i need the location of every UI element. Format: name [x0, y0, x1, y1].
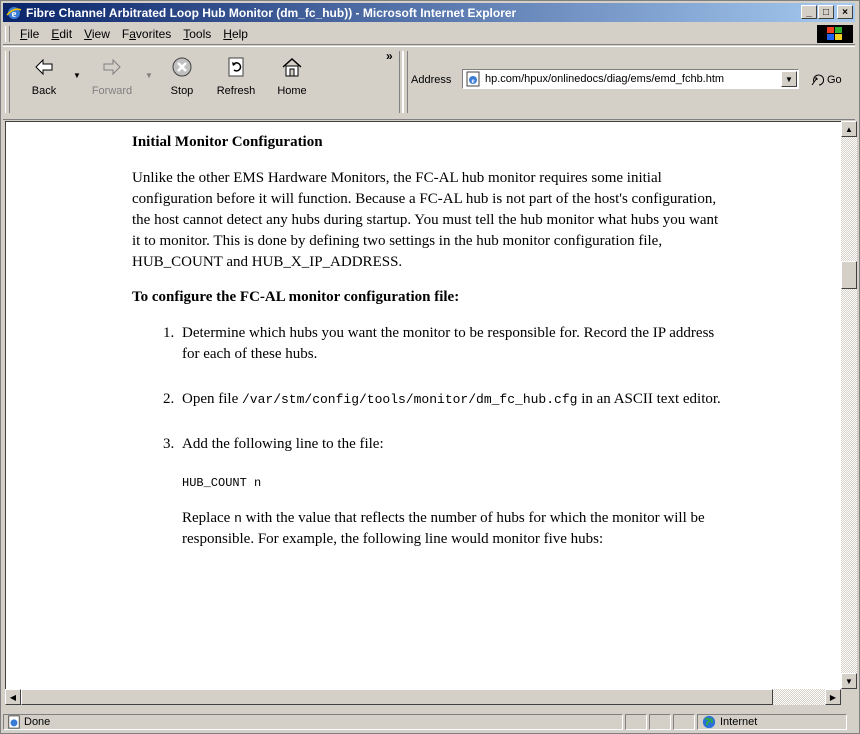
menu-favorites-label: vorites: [135, 27, 172, 41]
title-bar[interactable]: e Fibre Channel Arbitrated Loop Hub Moni…: [3, 3, 855, 22]
procedure-heading: To configure the FC-AL monitor configura…: [132, 289, 460, 305]
status-pane-4: [673, 714, 695, 730]
section-heading: Initial Monitor Configuration: [132, 134, 323, 150]
close-icon: ×: [842, 6, 848, 18]
step-1: Determine which hubs you want the monito…: [178, 323, 722, 365]
scroll-right-arrow-icon[interactable]: ▶: [825, 689, 841, 705]
go-arrow-icon: [811, 74, 825, 86]
steps-list: Determine which hubs you want the monito…: [132, 323, 722, 550]
step-3-replace-pre: Replace: [182, 510, 235, 526]
home-button[interactable]: Home: [265, 53, 319, 113]
svg-text:e: e: [471, 77, 474, 85]
vertical-scroll-thumb[interactable]: [841, 261, 857, 289]
vertical-scrollbar[interactable]: ▲ ▼: [841, 121, 857, 689]
browser-window: e Fibre Channel Arbitrated Loop Hub Moni…: [0, 0, 860, 734]
maximize-icon: □: [822, 6, 830, 18]
zone-label: Internet: [720, 716, 758, 728]
step-3-replace-post: with the value that reflects the number …: [182, 510, 705, 547]
go-label: Go: [827, 74, 842, 86]
refresh-label: Refresh: [216, 85, 256, 97]
stop-label: Stop: [170, 85, 194, 97]
forward-dropdown-icon[interactable]: ▼: [145, 71, 153, 80]
forward-arrow-icon: [98, 53, 126, 81]
horizontal-scroll-thumb[interactable]: [21, 689, 773, 705]
step-2-text-post: in an ASCII text editor.: [577, 391, 721, 407]
address-bar[interactable]: e hp.com/hpux/onlinedocs/diag/ems/emd_fc…: [462, 69, 799, 89]
status-pane: Done: [3, 714, 623, 730]
minimize-icon: _: [806, 6, 812, 18]
forward-label: Forward: [91, 85, 133, 97]
menu-view-label: iew: [91, 27, 110, 41]
step-2-text-pre: Open file: [182, 391, 242, 407]
windows-logo-icon: [817, 25, 853, 43]
step-3-replace: Replace n with the value that reflects t…: [182, 508, 722, 550]
menu-help-label: elp: [231, 27, 248, 41]
step-3-text: Add the following line to the file:: [182, 436, 384, 452]
toolbar-grip[interactable]: [5, 51, 10, 113]
step-2: Open file /var/stm/config/tools/monitor/…: [178, 389, 722, 410]
menu-file[interactable]: File: [14, 27, 45, 41]
menu-favorites-key: a: [129, 27, 136, 41]
forward-button[interactable]: Forward: [85, 53, 139, 113]
stop-icon: [168, 53, 196, 81]
scrollbar-corner: [841, 689, 857, 705]
status-text: Done: [24, 716, 51, 728]
address-dropdown-icon[interactable]: ▼: [781, 71, 797, 87]
menu-view[interactable]: View: [78, 27, 116, 41]
window-title: Fibre Channel Arbitrated Loop Hub Monito…: [26, 5, 517, 20]
page-icon: e: [466, 71, 480, 87]
document-view[interactable]: Initial Monitor Configuration Unlike the…: [5, 121, 841, 689]
back-label: Back: [31, 85, 57, 97]
config-file-path: /var/stm/config/tools/monitor/dm_fc_hub.…: [241, 392, 578, 407]
go-button[interactable]: Go: [809, 72, 842, 88]
back-button[interactable]: Back: [17, 53, 71, 113]
menu-tools[interactable]: Tools: [177, 27, 217, 41]
code-sample: HUB_COUNT n: [182, 476, 262, 490]
refresh-icon: [222, 53, 250, 81]
stop-button[interactable]: Stop: [155, 53, 209, 113]
menu-tools-label: ools: [189, 27, 212, 41]
address-label: Address: [411, 74, 452, 86]
menu-bar: File Edit View Favorites Tools Help: [3, 24, 855, 45]
toolbar: Back ▼ Forward ▼ Stop Refresh Home » Add…: [3, 46, 855, 120]
home-label: Home: [277, 85, 307, 97]
address-grip[interactable]: [403, 51, 408, 113]
horizontal-scrollbar[interactable]: ◀ ▶: [5, 689, 841, 705]
maximize-button[interactable]: □: [818, 5, 834, 19]
minimize-button[interactable]: _: [801, 5, 817, 19]
internet-globe-icon: [702, 715, 716, 729]
address-input[interactable]: hp.com/hpux/onlinedocs/diag/ems/emd_fchb…: [485, 73, 775, 85]
scroll-left-arrow-icon[interactable]: ◀: [5, 689, 21, 705]
status-pane-3: [649, 714, 671, 730]
toolbar-more-chevron[interactable]: »: [386, 49, 393, 63]
back-dropdown-icon[interactable]: ▼: [73, 71, 81, 80]
menu-grip[interactable]: [5, 26, 10, 42]
menu-edit[interactable]: Edit: [45, 27, 78, 41]
intro-paragraph: Unlike the other EMS Hardware Monitors, …: [132, 170, 719, 270]
back-arrow-icon: [30, 53, 58, 81]
menu-help[interactable]: Help: [217, 27, 254, 41]
menu-view-key: V: [84, 27, 92, 41]
close-button[interactable]: ×: [837, 5, 853, 19]
menu-help-key: H: [223, 27, 232, 41]
status-bar: Done Internet: [3, 713, 855, 731]
page-done-icon: [8, 715, 20, 729]
document-body: Initial Monitor Configuration Unlike the…: [132, 132, 722, 550]
menu-file-label: ile: [27, 27, 40, 41]
step-1-text: Determine which hubs you want the monito…: [182, 325, 715, 362]
menu-edit-label: dit: [59, 27, 73, 41]
menu-favorites[interactable]: Favorites: [116, 27, 177, 41]
zone-pane[interactable]: Internet: [697, 714, 847, 730]
status-pane-2: [625, 714, 647, 730]
variable-n: n: [234, 511, 242, 526]
scroll-up-arrow-icon[interactable]: ▲: [841, 121, 857, 137]
refresh-button[interactable]: Refresh: [209, 53, 263, 113]
step-3: Add the following line to the file: HUB_…: [178, 434, 722, 550]
ie-logo-icon: e: [6, 6, 22, 20]
home-icon: [278, 53, 306, 81]
scroll-down-arrow-icon[interactable]: ▼: [841, 673, 857, 689]
